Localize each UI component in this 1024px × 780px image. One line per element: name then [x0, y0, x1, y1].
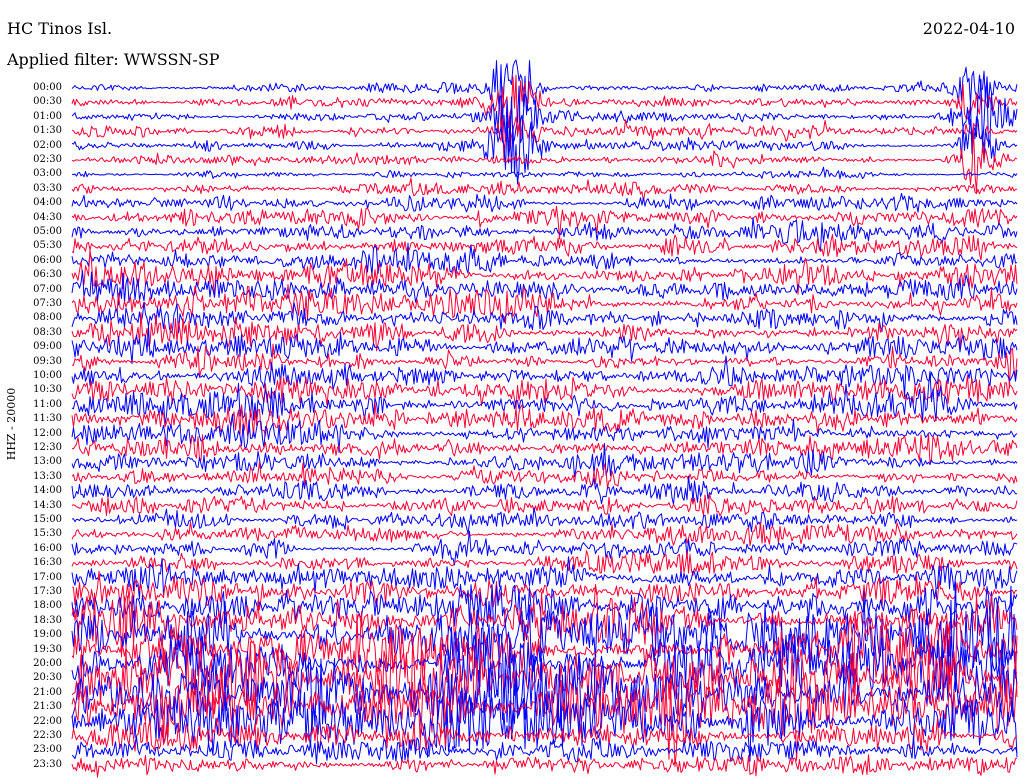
- trace-row: [71, 177, 1018, 202]
- trace-row: [71, 550, 1018, 576]
- trace-row: [71, 521, 1018, 547]
- trace-row: [71, 192, 1018, 213]
- trace-row: [71, 74, 1018, 137]
- trace-row: [71, 116, 1018, 163]
- trace-row: [71, 493, 1018, 517]
- trace-row: [71, 166, 1018, 180]
- trace-row: [71, 754, 1018, 778]
- trace-row: [71, 671, 1018, 768]
- trace-row: [71, 59, 1018, 123]
- trace-row: [71, 127, 1018, 193]
- trace-row: [71, 507, 1018, 535]
- trace-row: [71, 433, 1018, 464]
- helicorder-plot: [71, 59, 1018, 778]
